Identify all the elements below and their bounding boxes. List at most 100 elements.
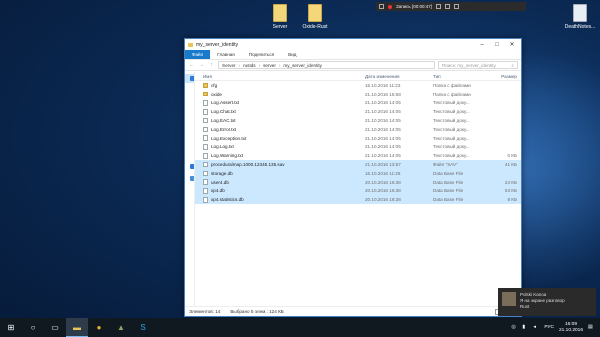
- file-name-cell: storage.db: [195, 170, 365, 177]
- file-row[interactable]: Log.Exception.txt 21.10.2016 14:05 Текстов…: [195, 134, 521, 143]
- file-list: Имя Дата изменения Тип Размер cfg 16.10.2…: [195, 72, 521, 306]
- sidebar-item[interactable]: Документы: [185, 193, 194, 202]
- breadcrumb-item[interactable]: server: [263, 63, 276, 68]
- address-bar: ← → ↑ Server › rustds › server › my_server_…: [185, 59, 521, 71]
- file-type: Текстовый доку...: [433, 135, 470, 141]
- tab-home[interactable]: Главная: [210, 50, 241, 59]
- sidebar-item[interactable]: Быстрый доступ: [185, 74, 194, 84]
- sidebar-item[interactable]: Видео: [185, 140, 194, 149]
- column-size[interactable]: Размер: [491, 74, 521, 79]
- recording-title: Запись [00:00:47]: [396, 4, 433, 9]
- file-name: xp4.statistics.db: [211, 197, 244, 203]
- language-indicator[interactable]: РУС: [544, 325, 554, 330]
- sidebar-item[interactable]: Загрузки: [185, 202, 194, 211]
- file-size: 24 КБ: [504, 179, 517, 185]
- start-button[interactable]: ⊞: [0, 318, 22, 337]
- file-date: 21.10.2016 15:58: [365, 91, 401, 97]
- file-row[interactable]: Log.EAC.txt 21.10.2016 14:05 Текстовый док…: [195, 116, 521, 125]
- file-row[interactable]: Log.Assert.txt 21.10.2016 14:05 Текстовый …: [195, 99, 521, 108]
- file-name: proceduralmap.1000.12345.135.sav: [211, 162, 285, 168]
- skype-icon[interactable]: S: [132, 318, 154, 337]
- file-row[interactable]: xp4.db 20.10.2016 16:38 Data Base File 53 К…: [195, 186, 521, 196]
- system-tray: ◎ ▮ ◂ РУС 16:09 21.10.2016 ▤: [511, 322, 600, 334]
- back-arrow-icon[interactable]: ←: [188, 62, 195, 68]
- forward-arrow-icon[interactable]: →: [198, 62, 205, 68]
- column-type[interactable]: Тип: [433, 74, 491, 79]
- sidebar-item[interactable]: Этот компьютер: [185, 174, 194, 183]
- notification-toast[interactable]: Polski Kanoa Я на экране разговор Rust: [498, 288, 596, 316]
- avatar: [502, 292, 516, 306]
- task-view-icon[interactable]: ▭: [44, 318, 66, 337]
- file-type: Текстовый доку...: [433, 118, 470, 124]
- search-input[interactable]: Поиск: my_server_identity ⌕: [438, 61, 518, 69]
- file-date: 16.10.2016 11:23: [365, 82, 401, 88]
- sidebar-item[interactable]: Локальный диск: [185, 240, 194, 249]
- breadcrumb-item[interactable]: Server: [222, 63, 236, 68]
- sidebar-item[interactable]: Server (S:): [185, 258, 194, 267]
- volume-icon[interactable]: ◂: [533, 325, 539, 331]
- sidebar-item[interactable]: Изображения: [185, 211, 194, 220]
- close-button[interactable]: ✕: [506, 41, 518, 48]
- tab-share[interactable]: Поделиться: [242, 50, 281, 59]
- sidebar-item[interactable]: Видео: [185, 183, 194, 192]
- sidebar-item[interactable]: Файлики (D:): [185, 249, 194, 258]
- file-explorer-icon[interactable]: ▬: [66, 318, 88, 337]
- clock[interactable]: 16:09 21.10.2016: [559, 322, 583, 334]
- sidebar-item[interactable]: Рабочий стол: [185, 230, 194, 239]
- file-icon: [203, 197, 208, 203]
- file-name-cell: cfg: [195, 83, 365, 88]
- sidebar-item[interactable]: Музыка: [185, 221, 194, 230]
- search-icon[interactable]: ○: [22, 318, 44, 337]
- breadcrumb-item[interactable]: my_server_identity: [283, 63, 322, 68]
- camera-icon: [379, 4, 384, 9]
- breadcrumb[interactable]: Server › rustds › server › my_server_identi…: [218, 61, 435, 69]
- sidebar-item[interactable]: Плагины и ком: [185, 149, 194, 158]
- network-icon[interactable]: ▮: [522, 325, 528, 331]
- file-row[interactable]: Log.Log.txt 21.10.2016 14:05 Текстовый док…: [195, 143, 521, 152]
- chrome-icon[interactable]: ●: [88, 318, 110, 337]
- sidebar-item[interactable]: Загрузки: [185, 93, 194, 102]
- file-name-cell: xp4.db: [195, 188, 365, 194]
- desktop-icon-server[interactable]: Server: [262, 4, 298, 30]
- file-date: 21.10.2016 14:05: [365, 144, 401, 150]
- file-row[interactable]: cfg 16.10.2016 11:23 Папка с файлами: [195, 81, 521, 90]
- file-row[interactable]: xp4.statistics.db 20.10.2016 16:38 Data Ba…: [195, 195, 521, 205]
- column-name[interactable]: Имя: [195, 74, 365, 79]
- recording-toolbar[interactable]: Запись [00:00:47]: [376, 2, 526, 11]
- selection-info: Выбрано 5 элем.: 124 КБ: [230, 309, 284, 314]
- sidebar-item[interactable]: Рабочий стол: [185, 83, 194, 92]
- sidebar-item[interactable]: Изображения: [185, 112, 194, 121]
- file-icon: [203, 188, 208, 194]
- file-row[interactable]: Log.Warning.txt 21.10.2016 14:05 Текстовый…: [195, 151, 521, 160]
- file-size: 0 КБ: [507, 153, 517, 159]
- file-row[interactable]: storage.db 16.10.2016 11:28 Data Base File: [195, 168, 521, 178]
- sidebar-item[interactable]: OneDrive: [185, 162, 194, 171]
- file-row[interactable]: Log.Error.txt 21.10.2016 14:05 Текстовый д…: [195, 125, 521, 134]
- minimize-button[interactable]: –: [476, 42, 488, 48]
- file-row[interactable]: user4.db 20.10.2016 16:38 Data Base File 24…: [195, 177, 521, 187]
- sidebar-item[interactable]: Документы: [185, 102, 194, 111]
- file-row[interactable]: Log.Chat.txt 21.10.2016 14:05 Текстовый до…: [195, 107, 521, 116]
- notifications-icon[interactable]: ▤: [588, 325, 594, 331]
- column-date[interactable]: Дата изменения: [365, 74, 433, 79]
- pause-icon[interactable]: [436, 4, 442, 9]
- tab-file[interactable]: Файл: [185, 50, 211, 59]
- steam-icon[interactable]: ◎: [511, 325, 517, 331]
- sidebar-item[interactable]: en: [185, 130, 194, 139]
- close-icon[interactable]: [454, 4, 460, 9]
- desktop-icon-oxide-rust[interactable]: Oxide-Rust: [297, 4, 333, 30]
- breadcrumb-item[interactable]: rustds: [243, 63, 256, 68]
- file-row[interactable]: oxide 21.10.2016 15:58 Папка с файлами: [195, 90, 521, 99]
- file-type: Текстовый доку...: [433, 126, 470, 132]
- desktop-icon-deathnotes[interactable]: DeathNotes...: [562, 4, 598, 30]
- stop-icon[interactable]: [445, 4, 451, 9]
- up-arrow-icon[interactable]: ↑: [208, 62, 215, 68]
- sidebar-item[interactable]: config: [185, 121, 194, 130]
- maximize-button[interactable]: □: [491, 42, 503, 48]
- file-date: 20.10.2016 16:38: [365, 197, 401, 203]
- title-bar[interactable]: my_server_identity – □ ✕: [185, 39, 521, 50]
- file-type: Data Base File: [433, 188, 464, 194]
- app-icon[interactable]: ▲: [110, 318, 132, 337]
- file-row[interactable]: proceduralmap.1000.12345.135.sav 21.10.20…: [195, 160, 521, 169]
- tab-view[interactable]: Вид: [281, 50, 303, 59]
